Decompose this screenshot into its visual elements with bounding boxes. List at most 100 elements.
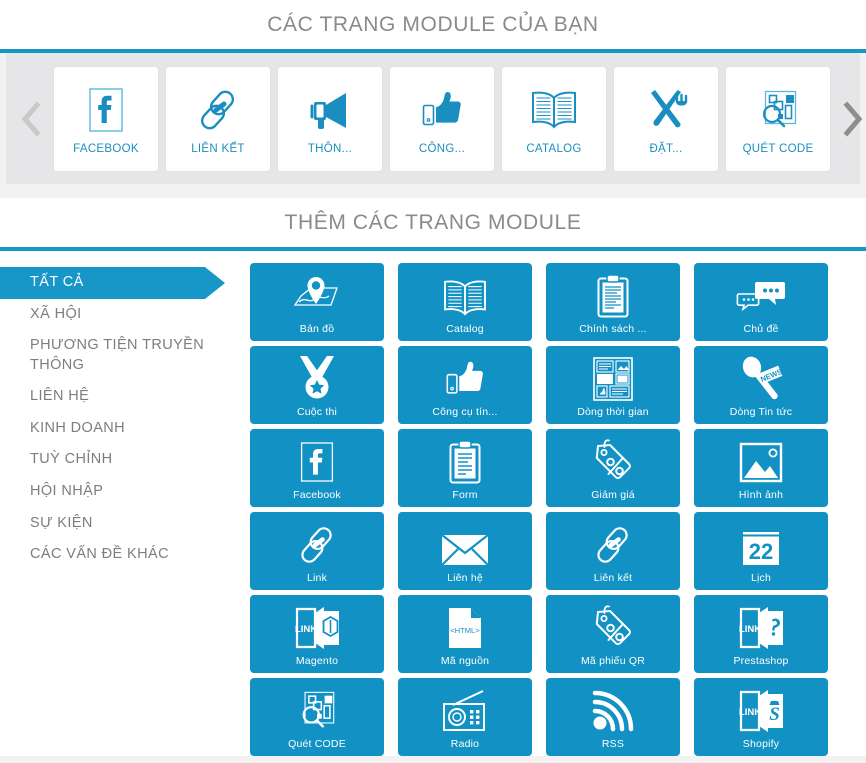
module-tile-giam-gia[interactable]: Giảm giá (546, 429, 680, 507)
link-chain-icon (194, 82, 242, 138)
thumbs-up-icon (419, 82, 465, 138)
sidebar-item-label: SỰ KIỆN (30, 514, 93, 531)
module-tile-shopify[interactable]: LINK S Shopify (694, 678, 828, 756)
module-tile-label: Liên hệ (447, 571, 483, 584)
module-tile-label: Chủ đề (743, 322, 779, 335)
module-tile-cong-cu-tin-nhiem[interactable]: Công cụ tín... (398, 346, 532, 424)
carousel-card-catalog[interactable]: CATALOG (502, 66, 606, 171)
module-tile-ma-nguon[interactable]: <HTML> Mã nguồn (398, 595, 532, 673)
section-gap (0, 184, 866, 198)
module-tile-label: Quét CODE (288, 737, 346, 750)
envelope-icon (441, 519, 489, 569)
module-tile-lich[interactable]: 22 Lịch (694, 512, 828, 590)
carousel-track: FACEBOOK LIÊN KẾT THÔN... CÔNG... CATALO… (54, 66, 830, 171)
link-badge-label: LINK (739, 707, 761, 718)
sidebar-item-xa-hoi[interactable]: XÃ HỘI (0, 299, 250, 331)
module-carousel: FACEBOOK LIÊN KẾT THÔN... CÔNG... CATALO… (6, 53, 863, 184)
discount-tag-icon (590, 602, 636, 652)
sidebar-item-lien-he[interactable]: LIÊN HỆ (0, 381, 250, 413)
rss-icon (591, 685, 635, 735)
carousel-card-lien-ket[interactable]: LIÊN KẾT (166, 66, 270, 171)
module-tile-label: Magento (295, 654, 339, 667)
module-tile-label: Link (306, 571, 328, 584)
module-tile-chinh-sach[interactable]: Chính sách ... (546, 263, 680, 341)
module-tile-ma-phieu-qr[interactable]: Mã phiếu QR (546, 595, 680, 673)
module-tile-label: Prestashop (733, 654, 789, 667)
sidebar-item-kinh-doanh[interactable]: KINH DOANH (0, 413, 250, 445)
sidebar-item-phuong-tien-truyen-thong[interactable]: PHƯƠNG TIỆN TRUYỀN THÔNG (0, 330, 250, 381)
module-tile-label: Công cụ tín... (432, 405, 498, 418)
scan-code-icon (755, 82, 801, 138)
carousel-card-cong-cu[interactable]: CÔNG... (390, 66, 494, 171)
module-tile-label: Chính sách ... (579, 322, 647, 335)
carousel-card-dat-ban[interactable]: ĐẶT... (614, 66, 718, 171)
sidebar-item-label: CÁC VẤN ĐỀ KHÁC (30, 546, 169, 563)
carousel-prev-button[interactable] (8, 100, 54, 137)
add-modules-section: THÊM CÁC TRANG MODULE TẤT CẢ XÃ HỘI PHƯƠ… (0, 198, 866, 756)
module-tile-magento[interactable]: LINK Magento (250, 595, 384, 673)
module-tile-lien-he[interactable]: Liên hệ (398, 512, 532, 590)
module-tile-link[interactable]: Link (250, 512, 384, 590)
sidebar-item-label: KINH DOANH (30, 419, 126, 436)
module-tile-form[interactable]: Form (398, 429, 532, 507)
magento-link-icon: LINK (291, 602, 343, 652)
sidebar-item-cac-van-de-khac[interactable]: CÁC VẤN ĐỀ KHÁC (0, 539, 250, 571)
news-microphone-icon: NEWS (737, 353, 785, 403)
sidebar-item-su-kien[interactable]: SỰ KIỆN (0, 508, 250, 540)
scan-code-icon (294, 685, 340, 735)
fork-knife-icon (642, 82, 690, 138)
module-tile-prestashop[interactable]: LINK Prestashop (694, 595, 828, 673)
discount-tag-icon (590, 436, 636, 486)
chevron-left-icon (8, 100, 54, 137)
prestashop-link-icon: LINK (735, 602, 787, 652)
module-tile-label: Catalog (446, 322, 484, 335)
module-tile-label: Form (452, 488, 478, 501)
carousel-card-label: ĐẶT... (649, 143, 683, 155)
module-tile-label: Radio (450, 737, 480, 750)
sidebar-item-label: XÃ HỘI (30, 305, 82, 322)
module-tile-rss[interactable]: RSS (546, 678, 680, 756)
sidebar-item-hoi-nhap[interactable]: HỘI NHẬP (0, 476, 250, 508)
facebook-icon (298, 436, 336, 486)
module-tile-label: RSS (601, 737, 625, 750)
module-tile-label: Dòng Tin tức (729, 405, 793, 418)
module-tile-ban-do[interactable]: Bản đồ (250, 263, 384, 341)
module-tile-label: Dòng thời gian (577, 405, 649, 418)
carousel-card-label: THÔN... (307, 143, 353, 155)
link-badge-label: LINK (739, 624, 761, 635)
module-tile-label: Mã nguồn (440, 654, 490, 667)
thumbs-up-icon (443, 353, 487, 403)
shopify-link-icon: LINK S (735, 685, 787, 735)
module-tile-hinh-anh[interactable]: Hình ảnh (694, 429, 828, 507)
sidebar-item-tuy-chinh[interactable]: TUỲ CHỈNH (0, 444, 250, 476)
module-tile-dong-tin-tuc[interactable]: NEWS Dòng Tin tức (694, 346, 828, 424)
module-tile-lien-ket[interactable]: Liên kết (546, 512, 680, 590)
svg-text:NEWS: NEWS (759, 367, 783, 384)
module-tile-facebook[interactable]: Facebook (250, 429, 384, 507)
open-book-icon (441, 270, 489, 320)
module-tile-chu-de[interactable]: Chủ đề (694, 263, 828, 341)
link-chain-icon (591, 519, 635, 569)
module-tile-label: Mã phiếu QR (580, 654, 646, 667)
module-tile-label: Liên kết (593, 571, 633, 584)
module-tile-catalog[interactable]: Catalog (398, 263, 532, 341)
carousel-next-button[interactable] (830, 100, 866, 137)
photo-icon (739, 436, 783, 486)
carousel-card-label: CÔNG... (418, 143, 466, 155)
module-tile-quet-code[interactable]: Quét CODE (250, 678, 384, 756)
carousel-card-thong-bao[interactable]: THÔN... (278, 66, 382, 171)
calendar-day: 22 (749, 539, 773, 564)
module-tile-dong-thoi-gian[interactable]: Dòng thời gian (546, 346, 680, 424)
carousel-card-facebook[interactable]: FACEBOOK (54, 66, 158, 171)
megaphone-icon (306, 82, 354, 138)
module-tile-radio[interactable]: Radio (398, 678, 532, 756)
sidebar-item-label: PHƯƠNG TIỆN TRUYỀN THÔNG (30, 337, 205, 373)
module-tile-label: Facebook (293, 488, 341, 501)
carousel-card-quet-code[interactable]: QUÉT CODE (726, 66, 830, 171)
sidebar-item-tat-ca[interactable]: TẤT CẢ (0, 267, 225, 299)
module-grid: Bản đồ Catalog Chính sách ... Chủ đề Cuộ… (250, 263, 866, 756)
html-badge-label: <HTML> (450, 626, 480, 635)
facebook-icon (85, 82, 127, 138)
add-modules-title: THÊM CÁC TRANG MODULE (0, 198, 866, 247)
module-tile-cuoc-thi[interactable]: Cuộc thi (250, 346, 384, 424)
